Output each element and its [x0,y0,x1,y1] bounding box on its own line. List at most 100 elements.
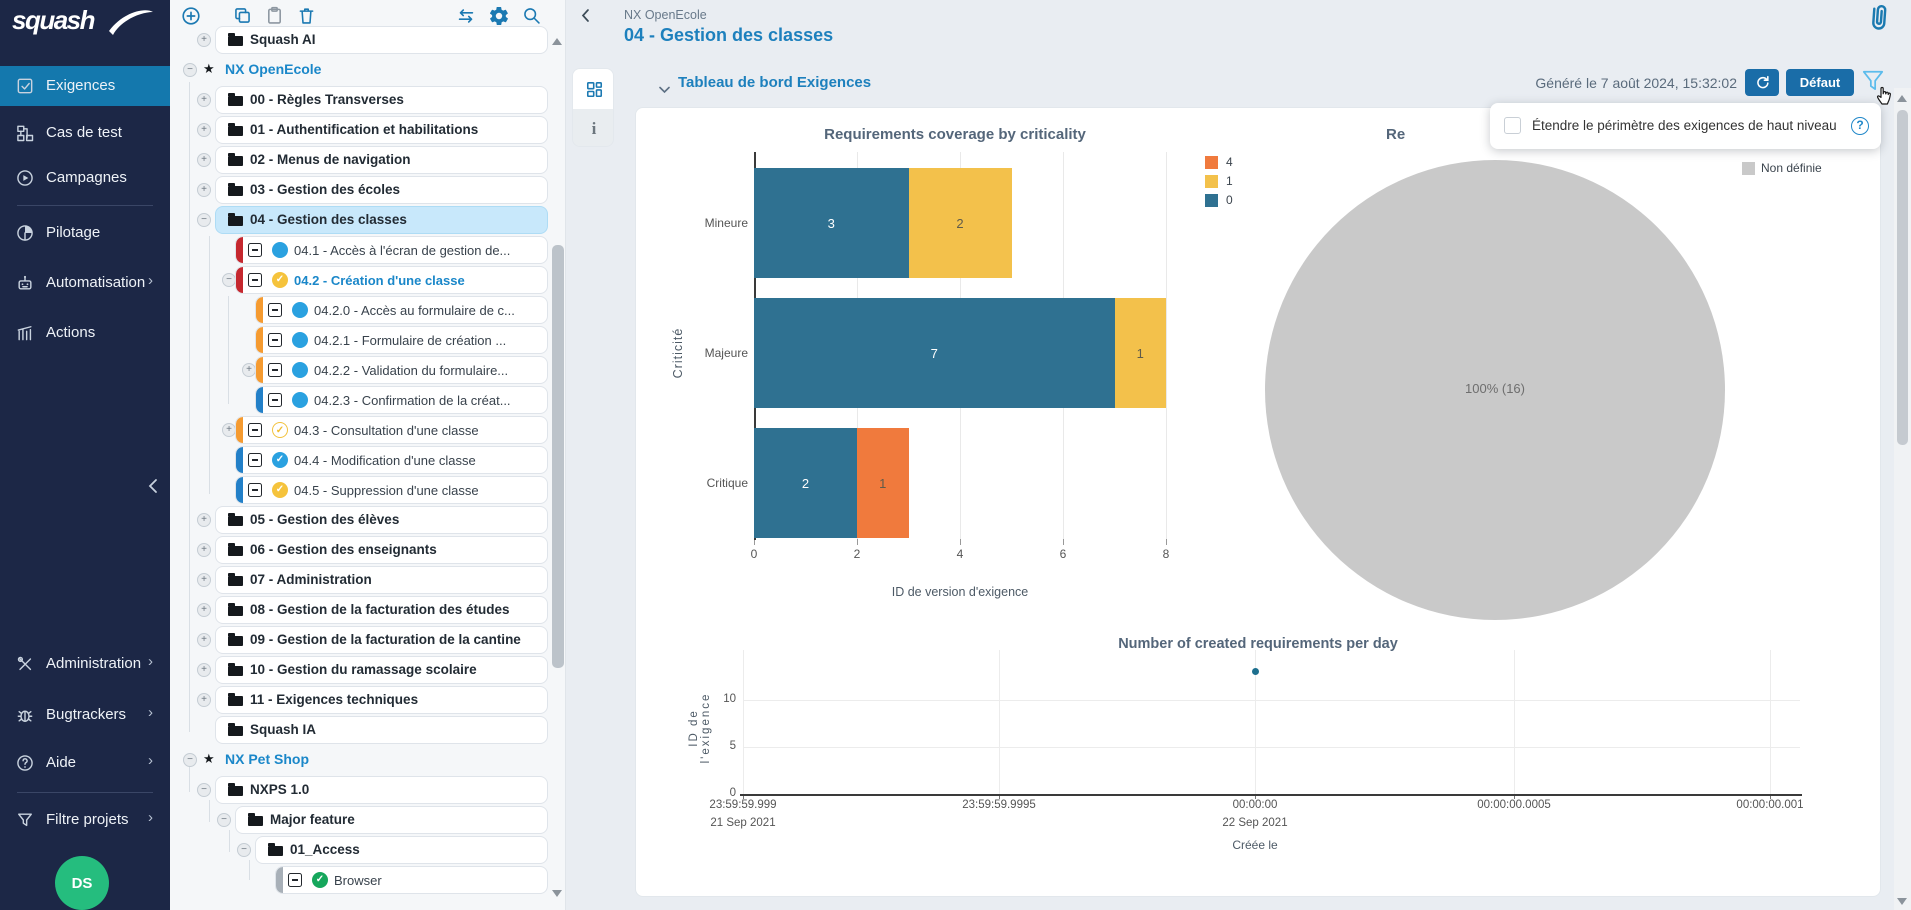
tree-expander-expand[interactable]: + [222,423,236,437]
boxed-minus-icon[interactable] [248,273,262,287]
help-icon[interactable]: ? [1851,117,1869,135]
tree-folder-05-gestion-des-l-ves[interactable]: 05 - Gestion des élèves [215,506,548,534]
tree-toolbar-delete-button[interactable] [296,5,319,28]
tree-requirement-04-2-1-formulaire-de-cr-ation[interactable]: 04.2.1 - Formulaire de création ... [255,326,548,354]
tree-expander-expand[interactable]: + [197,573,211,587]
tab-information[interactable]: i [573,109,614,147]
sidebar-item-cas-de-test[interactable]: Cas de test [0,113,170,153]
tree-scroll-up-arrow[interactable] [552,38,562,45]
tree-expander-collapse[interactable]: − [197,213,211,227]
tree-folder-04-gestion-des-classes[interactable]: 04 - Gestion des classes [215,206,548,234]
tree-expander-collapse[interactable]: − [183,63,197,77]
tree-folder-00-r-gles-transverses[interactable]: 00 - Règles Transverses [215,86,548,114]
boxed-minus-icon[interactable] [288,873,302,887]
tree-toolbar-transfer-button[interactable] [455,5,478,28]
sidebar-item-aide[interactable]: Aide› [0,743,170,783]
tree-expander-expand[interactable]: + [197,663,211,677]
tree-expander-collapse[interactable]: − [237,843,251,857]
tree-expander-expand[interactable]: + [197,513,211,527]
boxed-minus-icon[interactable] [248,453,262,467]
sidebar-item-bugtrackers[interactable]: Bugtrackers› [0,695,170,735]
scroll-up-arrow[interactable] [1897,95,1907,102]
section-collapse-chevron[interactable] [659,81,670,99]
sidebar-item-automatisation[interactable]: Automatisation› [0,263,170,303]
folder-icon [228,216,243,226]
tree-folder-11-exigences-techniques[interactable]: 11 - Exigences techniques [215,686,548,714]
tree-connector-line [228,296,229,404]
boxed-minus-icon[interactable] [268,363,282,377]
sidebar-item-campagnes[interactable]: Campagnes [0,158,170,198]
tree-expander-expand[interactable]: + [197,633,211,647]
tree-folder-02-menus-de-navigation[interactable]: 02 - Menus de navigation [215,146,548,174]
tree-expander-expand[interactable]: + [197,183,211,197]
expand-scope-checkbox[interactable] [1504,117,1521,134]
tree-expander-collapse[interactable]: − [183,753,197,767]
tree-folder-09-gestion-de-la-facturation-de-la-cantine[interactable]: 09 - Gestion de la facturation de la can… [215,626,548,654]
tree-toolbar-settings-button[interactable] [488,5,511,28]
tree-folder-07-administration[interactable]: 07 - Administration [215,566,548,594]
tab-dashboard[interactable] [573,69,614,109]
tree-requirement-04-3-consultation-d-une-classe[interactable]: ✓04.3 - Consultation d'une classe [235,416,548,444]
tree-requirement-04-2-3-confirmation-de-la-cr-at[interactable]: 04.2.3 - Confirmation de la créat... [255,386,548,414]
tree-folder-major-feature[interactable]: Major feature [235,806,548,834]
boxed-minus-icon[interactable] [248,423,262,437]
collapse-tree-button[interactable] [580,8,596,28]
tree-requirement-04-2-2-validation-du-formulaire[interactable]: 04.2.2 - Validation du formulaire... [255,356,548,384]
tree-folder-01-authentification-et-habilitations[interactable]: 01 - Authentification et habilitations [215,116,548,144]
tree-expander-expand[interactable]: + [242,363,256,377]
user-avatar[interactable]: DS [55,856,109,910]
tree-expander-collapse[interactable]: − [217,813,231,827]
tree-requirement-04-5-suppression-d-une-classe[interactable]: ✓04.5 - Suppression d'une classe [235,476,548,504]
tree-requirement-04-4-modification-d-une-classe[interactable]: ✓04.4 - Modification d'une classe [235,446,548,474]
add-icon [180,14,202,31]
tree-item-label: Squash AI [250,32,316,47]
tree-folder-03-gestion-des-coles[interactable]: 03 - Gestion des écoles [215,176,548,204]
sidebar-item-filtre-projets[interactable]: Filtre projets› [0,800,170,840]
boxed-minus-icon[interactable] [248,243,262,257]
tree-toolbar-add-button[interactable] [180,5,203,28]
tree-toolbar-copy-button[interactable] [232,5,255,28]
tree-folder-06-gestion-des-enseignants[interactable]: 06 - Gestion des enseignants [215,536,548,564]
tree-expander-expand[interactable]: + [197,123,211,137]
tree-expander-expand[interactable]: + [197,543,211,557]
tree-expander-collapse[interactable]: − [197,783,211,797]
tree-expander-expand[interactable]: + [197,603,211,617]
tree-folder-squash-ia[interactable]: Squash IA [215,716,548,744]
tree-folder-10-gestion-du-ramassage-scolaire[interactable]: 10 - Gestion du ramassage scolaire [215,656,548,684]
sidebar-collapse-button[interactable] [146,478,160,499]
tree-requirement-04-2-0-acc-s-au-formulaire-de-c[interactable]: 04.2.0 - Accès au formulaire de c... [255,296,548,324]
default-button[interactable]: Défaut [1786,69,1854,96]
tree-requirement-04-1-acc-s-l-cran-de-gestion-de[interactable]: 04.1 - Accès à l'écran de gestion de... [235,236,548,264]
tree-folder-08-gestion-de-la-facturation-des-tudes[interactable]: 08 - Gestion de la facturation des étude… [215,596,548,624]
tree-requirement-04-2-cr-ation-d-une-classe[interactable]: ✓04.2 - Création d'une classe [235,266,548,294]
boxed-minus-icon[interactable] [268,303,282,317]
tree-folder-01-access[interactable]: 01_Access [255,836,548,864]
refresh-button[interactable] [1745,69,1779,96]
sidebar-item-exigences[interactable]: Exigences [0,66,170,106]
tree-folder-nxps-1-0[interactable]: NXPS 1.0 [215,776,548,804]
tree-expander-expand[interactable]: + [197,693,211,707]
boxed-minus-icon[interactable] [248,483,262,497]
boxed-minus-icon[interactable] [268,333,282,347]
tree-toolbar-search-button[interactable] [521,5,544,28]
tree-scrollbar-thumb[interactable] [552,245,564,668]
tree-project-nx-openecole[interactable]: NX OpenEcole [225,61,321,77]
sidebar-item-pilotage[interactable]: Pilotage [0,213,170,253]
sidebar-item-actions[interactable]: Actions [0,313,170,353]
scroll-down-arrow[interactable] [1897,898,1907,905]
tree-expander-expand[interactable]: + [197,153,211,167]
tree-project-nx-pet-shop[interactable]: NX Pet Shop [225,751,309,767]
sidebar-item-administration[interactable]: Administration› [0,644,170,684]
tree-expander-expand[interactable]: + [197,93,211,107]
boxed-minus-icon[interactable] [268,393,282,407]
main-scrollbar-thumb[interactable] [1897,110,1908,445]
tree-requirement-browser[interactable]: ✓Browser [275,866,548,894]
tree-expander-collapse[interactable]: − [222,273,236,287]
tree-scroll-down-arrow[interactable] [552,890,562,897]
tree-folder-squash-ai[interactable]: Squash AI [215,26,548,54]
tree-item-label: 04.5 - Suppression d'une classe [294,483,479,498]
attachments-button[interactable] [1864,3,1894,37]
tree-toolbar-paste-button[interactable] [264,5,287,28]
bar-legend-label: 4 [1226,155,1233,169]
tree-expander-expand[interactable]: + [197,33,211,47]
